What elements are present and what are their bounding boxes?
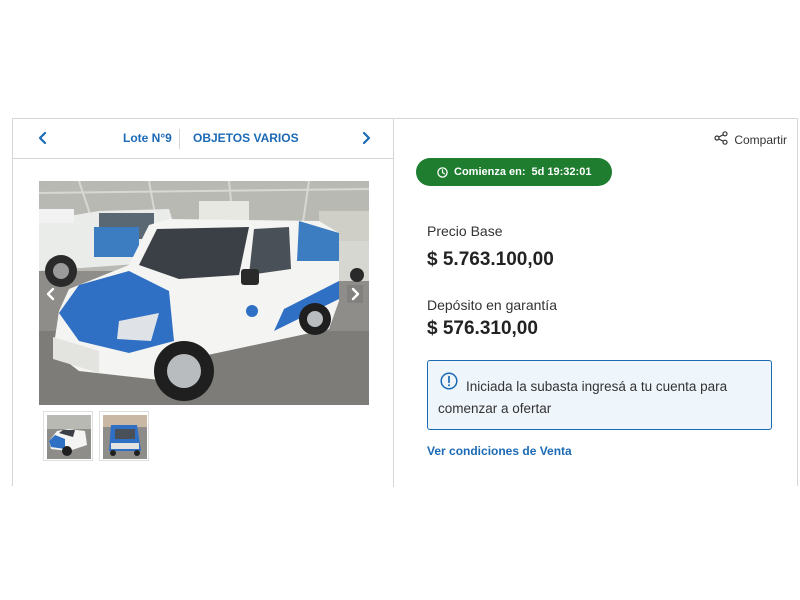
nav-divider	[179, 129, 180, 149]
share-button[interactable]: Compartir	[714, 131, 787, 148]
base-price-value: $ 5.763.100,00	[427, 249, 554, 270]
gallery-column: Lote N°9 OBJETOS VARIOS	[13, 119, 394, 487]
countdown-badge: Comienza en: 5d 19:32:01	[416, 158, 612, 186]
deposit-value: $ 576.310,00	[427, 318, 538, 339]
thumbnail-front[interactable]	[43, 411, 93, 461]
lot-number: Lote N°9	[123, 131, 172, 145]
previous-lot-chevron-icon[interactable]	[33, 128, 53, 148]
share-label: Compartir	[734, 132, 787, 147]
sale-conditions-link[interactable]: Ver condiciones de Venta	[427, 444, 572, 458]
base-price-label: Precio Base	[427, 223, 503, 239]
notice-text: Iniciada la subasta ingresá a tu cuenta …	[438, 379, 728, 416]
lot-category: OBJETOS VARIOS	[193, 131, 299, 145]
next-lot-chevron-icon[interactable]	[356, 128, 376, 148]
thumbnail-rear[interactable]	[99, 411, 149, 461]
previous-photo-chevron-icon[interactable]	[43, 285, 59, 303]
lot-navigation: Lote N°9 OBJETOS VARIOS	[13, 119, 394, 159]
lot-card: Lote N°9 OBJETOS VARIOS Compartir Comien…	[12, 118, 799, 487]
deposit-label: Depósito en garantía	[427, 297, 557, 313]
next-photo-chevron-icon[interactable]	[347, 285, 363, 303]
auction-notice: Iniciada la subasta ingresá a tu cuenta …	[427, 360, 772, 430]
countdown-value: 5d 19:32:01	[531, 166, 592, 178]
clock-icon	[437, 166, 448, 178]
main-photo[interactable]	[39, 181, 369, 405]
countdown-label: Comienza en:	[454, 166, 526, 178]
lot-details-column: Compartir Comienza en: 5d 19:32:01 Preci…	[395, 119, 799, 487]
share-icon	[714, 131, 728, 148]
